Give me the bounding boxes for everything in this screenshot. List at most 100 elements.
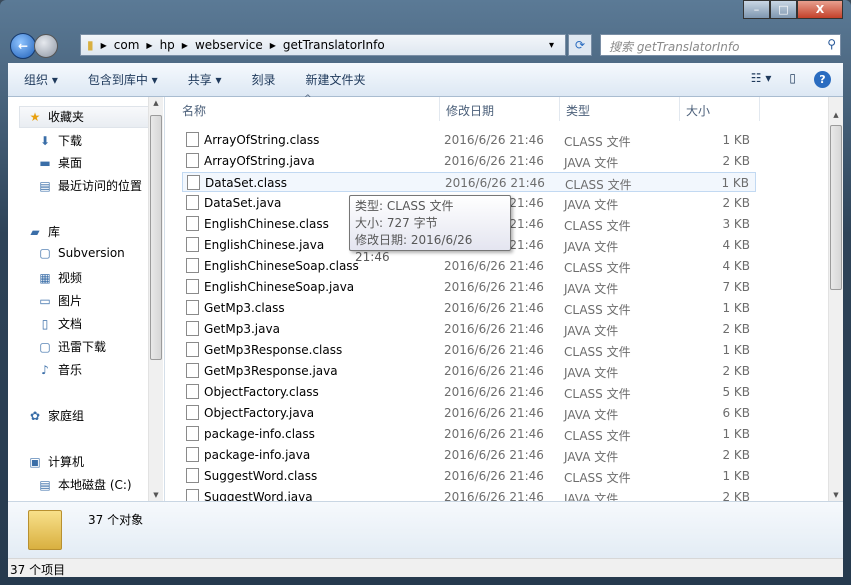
column-name[interactable]: 名称 <box>182 102 206 119</box>
pictures-icon: ▭ <box>39 293 51 308</box>
nav-item[interactable]: ▭ 图片 <box>37 292 82 309</box>
address-bar[interactable]: ▮ ▶ com ▶ hp ▶ webservice ▶ getTranslatorInfo ▾ <box>80 34 566 56</box>
breadcrumb-separator-icon[interactable]: ▶ <box>101 41 107 50</box>
minimize-button[interactable]: – <box>743 0 770 19</box>
file-row[interactable]: GetMp3.class 2016/6/26 21:46 CLASS 文件 1 KB <box>182 298 756 318</box>
file-row[interactable]: package-info.class 2016/6/26 21:46 CLASS 文… <box>182 424 756 444</box>
view-options-icon[interactable]: ☷ ▾ <box>751 71 772 88</box>
file-icon <box>186 405 199 420</box>
nav-item[interactable]: ▦ 视频 <box>37 269 82 286</box>
file-name: ObjectFactory.class <box>204 385 319 399</box>
scroll-down-arrow[interactable]: ▼ <box>149 491 163 499</box>
nav-item[interactable]: ▰ 库 <box>27 223 60 240</box>
file-row[interactable]: SuggestWord.class 2016/6/26 21:46 CLASS 文件… <box>182 466 756 486</box>
details-pane: 37 个对象 <box>8 501 843 558</box>
nav-item-label: 最近访问的位置 <box>58 179 143 193</box>
file-row[interactable]: DataSet.class 2016/6/26 21:46 CLASS 文件 1 KB <box>182 172 756 192</box>
status-bar: 37 个项目 <box>8 558 843 577</box>
file-row[interactable]: ArrayOfString.class 2016/6/26 21:46 CLASS … <box>182 130 756 150</box>
scroll-thumb[interactable] <box>830 125 842 290</box>
file-icon <box>186 384 199 399</box>
nav-item-label: Subversion <box>58 246 125 260</box>
file-row[interactable]: package-info.java 2016/6/26 21:46 JAVA 文件 2… <box>182 445 756 465</box>
share-button[interactable]: 共享 ▾ <box>188 71 222 88</box>
computer-icon: ▣ <box>29 454 41 469</box>
tooltip-type: 类型: CLASS 文件 <box>355 199 454 213</box>
nav-item[interactable]: ⬇ 下载 <box>37 132 82 149</box>
nav-item[interactable]: ▢ Subversion <box>37 246 125 260</box>
file-date: 2016/6/26 21:46 <box>445 176 545 190</box>
breadcrumb-item[interactable]: webservice <box>195 38 263 52</box>
file-icon <box>187 175 200 190</box>
column-size[interactable]: 大小 <box>686 102 710 119</box>
scroll-up-arrow[interactable]: ▲ <box>829 111 843 119</box>
nav-item[interactable]: ▢ 迅雷下载 <box>37 338 106 355</box>
file-name: GetMp3Response.class <box>204 343 343 357</box>
nav-item[interactable]: ✿ 家庭组 <box>27 407 84 424</box>
file-name: EnglishChineseSoap.java <box>204 280 355 294</box>
file-icon <box>186 363 199 378</box>
file-size: 2 KB <box>722 448 750 462</box>
file-row[interactable]: EnglishChineseSoap.java 2016/6/26 21:46 JA… <box>182 277 756 297</box>
new-folder-button[interactable]: 新建文件夹 <box>306 71 366 88</box>
nav-item[interactable]: ▯ 文档 <box>37 315 82 332</box>
back-button[interactable]: ← <box>10 33 36 59</box>
downloads-icon: ⬇ <box>39 133 51 148</box>
close-button[interactable]: X <box>797 0 843 19</box>
file-row[interactable]: ObjectFactory.java 2016/6/26 21:46 JAVA 文件… <box>182 403 756 423</box>
search-icon[interactable]: ⚲ <box>827 37 836 51</box>
nav-item[interactable]: ▤ 本地磁盘 (C:) <box>37 476 132 493</box>
nav-item-label: 下载 <box>58 134 83 148</box>
breadcrumb-separator-icon[interactable]: ▶ <box>146 41 152 50</box>
breadcrumb-item[interactable]: getTranslatorInfo <box>283 38 385 52</box>
drive-icon: ▤ <box>39 477 51 492</box>
file-row[interactable]: ArrayOfString.java 2016/6/26 21:46 JAVA 文件… <box>182 151 756 171</box>
file-name: EnglishChinese.java <box>204 238 325 252</box>
maximize-button[interactable]: □ <box>770 0 797 19</box>
file-row[interactable]: GetMp3.java 2016/6/26 21:46 JAVA 文件 2 KB <box>182 319 756 339</box>
forward-button[interactable] <box>34 34 58 58</box>
breadcrumb-separator-icon[interactable]: ▶ <box>182 41 188 50</box>
nav-item[interactable]: ▬ 桌面 <box>37 154 82 171</box>
documents-icon: ▯ <box>41 316 49 331</box>
search-input[interactable]: 搜索 getTranslatorInfo ⚲ <box>600 34 841 56</box>
status-text: 37 个项目 <box>10 563 66 577</box>
file-size: 5 KB <box>722 385 750 399</box>
file-type: CLASS 文件 <box>564 261 631 275</box>
address-dropdown-icon[interactable]: ▾ <box>549 40 554 51</box>
scroll-up-arrow[interactable]: ▲ <box>149 99 163 107</box>
help-icon[interactable]: ? <box>814 71 831 88</box>
file-size: 6 KB <box>722 406 750 420</box>
file-type: JAVA 文件 <box>564 450 619 464</box>
file-row[interactable]: GetMp3Response.class 2016/6/26 21:46 CLASS… <box>182 340 756 360</box>
file-name: ObjectFactory.java <box>204 406 315 420</box>
organize-button[interactable]: 组织 ▾ <box>24 71 58 88</box>
breadcrumb-item[interactable]: hp <box>160 38 175 52</box>
refresh-button[interactable]: ⟳ <box>568 34 592 56</box>
file-row[interactable]: GetMp3Response.java 2016/6/26 21:46 JAVA 文… <box>182 361 756 381</box>
burn-button[interactable]: 刻录 <box>252 71 276 88</box>
nav-item[interactable]: ▣ 计算机 <box>27 453 84 470</box>
breadcrumb-separator-icon[interactable]: ▶ <box>270 41 276 50</box>
nav-scrollbar[interactable]: ▲ ▼ <box>148 97 163 501</box>
nav-item-label: 收藏夹 <box>48 110 85 124</box>
scroll-down-arrow[interactable]: ▼ <box>829 491 843 499</box>
column-date[interactable]: 修改日期 <box>446 102 494 119</box>
scroll-thumb[interactable] <box>150 115 162 360</box>
desktop-icon: ▬ <box>39 155 51 170</box>
file-name: ArrayOfString.java <box>204 154 315 168</box>
file-name: SuggestWord.class <box>204 469 318 483</box>
list-scrollbar[interactable]: ▲ ▼ <box>828 97 843 501</box>
nav-item[interactable]: ★ 收藏夹 <box>27 108 84 125</box>
column-type[interactable]: 类型 <box>566 102 590 119</box>
include-in-library-button[interactable]: 包含到库中 ▾ <box>88 71 158 88</box>
file-type: CLASS 文件 <box>564 429 631 443</box>
file-name: DataSet.class <box>205 176 287 190</box>
nav-item-label: 本地磁盘 (C:) <box>58 478 132 492</box>
preview-pane-icon[interactable]: ▯ <box>789 71 796 88</box>
nav-item-label: 桌面 <box>58 156 83 170</box>
breadcrumb-item[interactable]: com <box>114 38 140 52</box>
nav-item[interactable]: ▤ 最近访问的位置 <box>37 177 142 194</box>
file-row[interactable]: ObjectFactory.class 2016/6/26 21:46 CLASS … <box>182 382 756 402</box>
nav-item[interactable]: ♪ 音乐 <box>37 361 82 378</box>
